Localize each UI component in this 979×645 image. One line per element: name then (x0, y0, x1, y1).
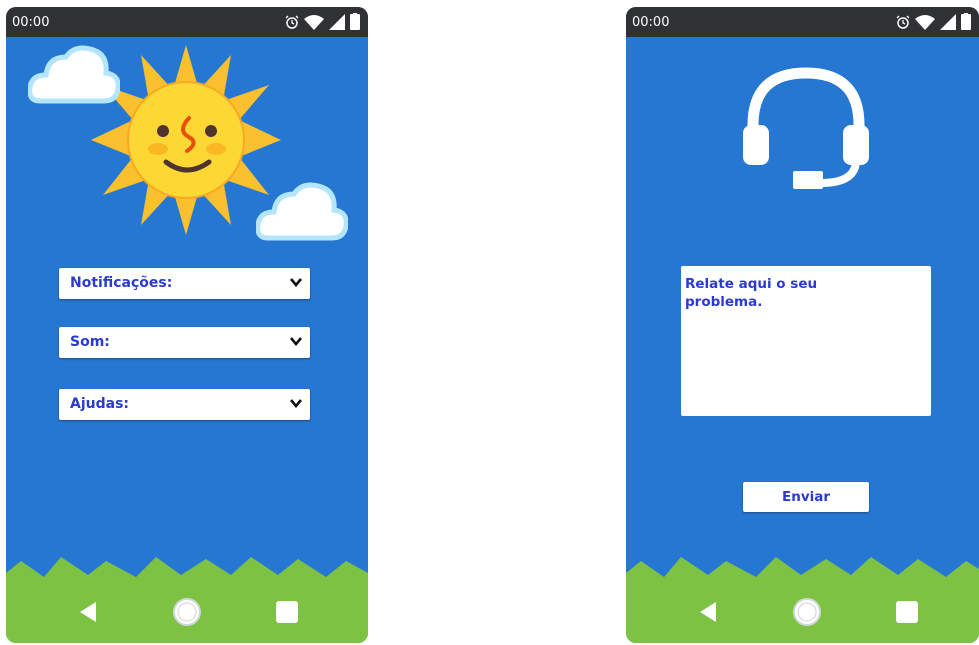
sound-select-label: Som: (70, 334, 110, 350)
headset-icon (743, 67, 869, 189)
home-icon (793, 598, 821, 626)
recents-button[interactable] (272, 597, 302, 627)
home-button[interactable] (792, 597, 822, 627)
recents-button[interactable] (892, 597, 922, 627)
wifi-icon (304, 14, 324, 30)
home-icon (173, 598, 201, 626)
sound-select[interactable]: Som: (59, 327, 310, 358)
notifications-select-label: Notificações: (70, 275, 173, 291)
back-icon (80, 602, 96, 622)
wifi-icon (915, 14, 935, 30)
cloud-icon (28, 45, 120, 104)
battery-icon (350, 13, 360, 30)
send-button[interactable]: Enviar (743, 482, 869, 512)
settings-screen: 00:00 Notificações: Som: Ajudas: (6, 7, 368, 643)
support-screen: 00:00 Relate aqui o seu problema. Enviar (626, 7, 979, 643)
recents-icon (276, 601, 298, 623)
status-time: 00:00 (632, 15, 670, 30)
signal-icon (940, 13, 956, 30)
back-button[interactable] (73, 597, 103, 627)
status-bar: 00:00 (6, 7, 368, 37)
cloud-icon (256, 182, 348, 241)
notifications-select[interactable]: Notificações: (59, 268, 310, 299)
back-icon (700, 602, 716, 622)
chevron-down-icon (290, 278, 302, 287)
chevron-down-icon (290, 399, 302, 408)
battery-icon (961, 13, 971, 30)
alarm-icon (285, 15, 299, 29)
navigation-bar (6, 585, 368, 643)
navigation-bar (626, 585, 979, 643)
help-select[interactable]: Ajudas: (59, 389, 310, 420)
status-bar: 00:00 (626, 7, 979, 37)
back-button[interactable] (693, 597, 723, 627)
problem-textarea[interactable]: Relate aqui o seu problema. (681, 266, 931, 416)
home-button[interactable] (172, 597, 202, 627)
chevron-down-icon (290, 337, 302, 346)
recents-icon (896, 601, 918, 623)
signal-icon (329, 13, 345, 30)
alarm-icon (896, 15, 910, 29)
status-time: 00:00 (12, 15, 50, 30)
help-select-label: Ajudas: (70, 396, 130, 412)
